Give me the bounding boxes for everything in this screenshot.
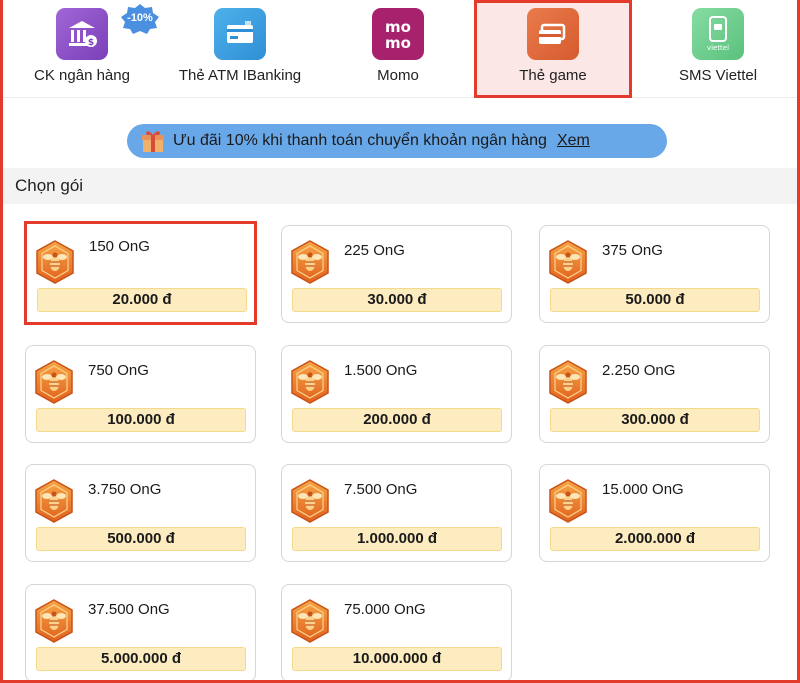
bee-hex-icon (548, 479, 588, 523)
package-amount: 150 OnG (89, 238, 150, 255)
package-price: 10.000.000 đ (292, 647, 502, 671)
package-price: 5.000.000 đ (36, 647, 246, 671)
svg-text:viettel: viettel (707, 44, 729, 52)
method-bank-transfer[interactable]: $ CK ngân hàng -10% (3, 0, 161, 98)
package-amount: 750 OnG (88, 362, 149, 379)
game-card-icon (527, 8, 579, 60)
bank-icon: $ (56, 8, 108, 60)
bee-hex-icon (34, 360, 74, 404)
package-card[interactable]: 150 OnG 20.000 đ (24, 221, 257, 325)
package-price: 50.000 đ (550, 288, 760, 312)
package-price: 500.000 đ (36, 527, 246, 551)
highlight-frame (0, 0, 800, 683)
momo-icon: mo mo (372, 8, 424, 60)
bee-hex-icon (35, 240, 75, 284)
method-game-card[interactable]: Thẻ game (474, 0, 632, 98)
package-amount: 7.500 OnG (344, 481, 418, 498)
package-price: 100.000 đ (36, 408, 246, 432)
bee-hex-icon (290, 240, 330, 284)
package-card[interactable]: 37.500 OnG 5.000.000 đ (25, 584, 256, 682)
discount-badge-text: -10% (127, 12, 153, 24)
method-label: Thẻ ATM IBanking (178, 67, 302, 84)
package-price: 300.000 đ (550, 408, 760, 432)
package-amount: 75.000 OnG (344, 601, 426, 618)
bee-hex-icon (34, 479, 74, 523)
package-amount: 37.500 OnG (88, 601, 170, 618)
method-momo[interactable]: mo mo Momo (319, 0, 477, 98)
package-card[interactable]: 15.000 OnG 2.000.000 đ (539, 464, 770, 562)
package-card[interactable]: 1.500 OnG 200.000 đ (281, 345, 512, 443)
promo-text: Ưu đãi 10% khi thanh toán chuyển khoản n… (173, 132, 547, 149)
package-card[interactable]: 2.250 OnG 300.000 đ (539, 345, 770, 443)
bee-hex-icon (290, 599, 330, 643)
package-price: 200.000 đ (292, 408, 502, 432)
package-card[interactable]: 7.500 OnG 1.000.000 đ (281, 464, 512, 562)
bee-hex-icon (290, 360, 330, 404)
discount-badge: -10% (121, 4, 159, 34)
package-card[interactable]: 750 OnG 100.000 đ (25, 345, 256, 443)
package-amount: 15.000 OnG (602, 481, 684, 498)
promo-banner: Ưu đãi 10% khi thanh toán chuyển khoản n… (127, 124, 667, 158)
package-price: 30.000 đ (292, 288, 502, 312)
method-label: Thẻ game (519, 67, 587, 84)
package-card[interactable]: 375 OnG 50.000 đ (539, 225, 770, 323)
package-card[interactable]: 75.000 OnG 10.000.000 đ (281, 584, 512, 682)
section-title: Chọn gói (3, 168, 797, 204)
package-card[interactable]: 3.750 OnG 500.000 đ (25, 464, 256, 562)
bee-hex-icon (34, 599, 74, 643)
method-atm-ibanking[interactable]: Thẻ ATM IBanking (161, 0, 319, 98)
package-price: 2.000.000 đ (550, 527, 760, 551)
package-price: 1.000.000 đ (292, 527, 502, 551)
svg-text:$: $ (88, 38, 94, 48)
package-card[interactable]: 225 OnG 30.000 đ (281, 225, 512, 323)
package-amount: 3.750 OnG (88, 481, 162, 498)
payment-methods: $ CK ngân hàng -10% Thẻ ATM IBanking mo (3, 0, 797, 98)
package-amount: 2.250 OnG (602, 362, 676, 379)
sms-phone-icon: viettel (692, 8, 744, 60)
bee-hex-icon (548, 240, 588, 284)
package-price: 20.000 đ (37, 288, 247, 312)
promo-view-link[interactable]: Xem (557, 132, 590, 150)
gift-icon (142, 131, 164, 152)
package-amount: 225 OnG (344, 242, 405, 259)
method-sms-viettel[interactable]: viettel SMS Viettel (639, 0, 797, 98)
method-label: Momo (377, 67, 419, 84)
bee-hex-icon (290, 479, 330, 523)
package-amount: 375 OnG (602, 242, 663, 259)
bee-hex-icon (548, 360, 588, 404)
svg-text:mo: mo (385, 34, 411, 52)
method-label: SMS Viettel (678, 67, 758, 84)
method-label: CK ngân hàng (34, 67, 130, 84)
atm-card-icon (214, 8, 266, 60)
package-amount: 1.500 OnG (344, 362, 418, 379)
